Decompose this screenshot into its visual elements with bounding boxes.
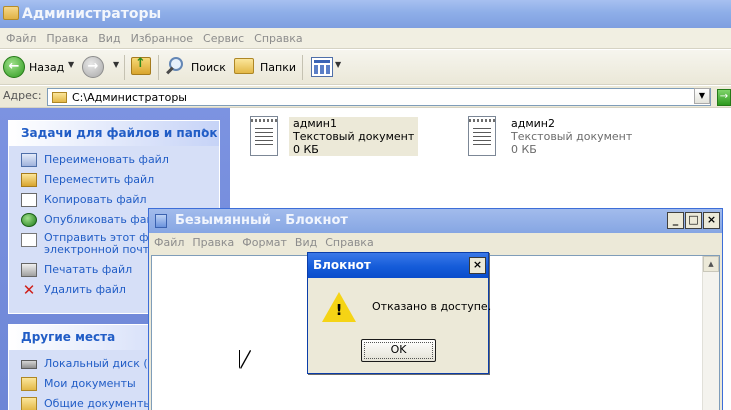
views-dropdown-icon[interactable]: ▼ bbox=[335, 60, 341, 69]
go-arrow-icon: → bbox=[719, 91, 729, 102]
copy-icon bbox=[21, 193, 37, 207]
file-item-admin2[interactable]: админ2 Текстовый документ 0 КБ bbox=[468, 116, 632, 156]
vertical-scrollbar[interactable]: ▲ bbox=[702, 256, 719, 410]
folders-icon[interactable] bbox=[234, 58, 254, 74]
move-icon bbox=[21, 173, 37, 187]
explorer-title: Администраторы bbox=[22, 6, 162, 22]
maximize-button[interactable]: □ bbox=[685, 212, 702, 229]
text-document-icon bbox=[250, 116, 278, 156]
notepad-icon bbox=[155, 214, 167, 228]
toolbar-separator bbox=[302, 55, 303, 80]
task-move[interactable]: Переместить файл bbox=[9, 170, 219, 190]
file-tasks-title: Задачи для файлов и папок bbox=[21, 126, 218, 140]
file-size: 0 КБ bbox=[511, 143, 537, 156]
explorer-menu-bar: Файл Правка Вид Избранное Сервис Справка bbox=[0, 28, 731, 49]
toolbar-separator bbox=[124, 55, 125, 80]
file-size: 0 КБ bbox=[293, 143, 319, 156]
notepad-title: Безымянный - Блокнот bbox=[175, 213, 348, 228]
views-icon[interactable] bbox=[311, 57, 333, 77]
scroll-up-icon[interactable]: ▲ bbox=[703, 256, 719, 272]
up-folder-button[interactable]: ↑ bbox=[131, 56, 151, 75]
go-button[interactable]: → bbox=[717, 89, 731, 106]
file-meta: админ1 Текстовый документ 0 КБ bbox=[289, 117, 419, 156]
task-label: Копировать файл bbox=[44, 193, 147, 206]
place-label: Общие документы bbox=[44, 397, 153, 410]
email-icon bbox=[21, 233, 37, 247]
menu-view[interactable]: Вид bbox=[94, 28, 124, 49]
menu-tools[interactable]: Сервис bbox=[199, 28, 248, 49]
place-label: Локальный диск (C: bbox=[44, 357, 160, 370]
file-item-admin1[interactable]: админ1 Текстовый документ 0 КБ bbox=[250, 116, 419, 156]
publish-icon bbox=[21, 213, 37, 227]
folder-icon bbox=[3, 6, 19, 20]
task-label: Переместить файл bbox=[44, 173, 155, 186]
text-document-icon bbox=[468, 116, 496, 156]
np-menu-file[interactable]: Файл bbox=[151, 233, 187, 253]
notepad-title-bar[interactable]: Безымянный - Блокнот bbox=[149, 209, 722, 233]
task-label: электронной почте bbox=[44, 243, 156, 256]
file-name: админ2 bbox=[511, 117, 555, 130]
ok-button[interactable]: OK bbox=[361, 339, 436, 362]
address-dropdown-button[interactable]: ▼ bbox=[694, 88, 710, 104]
search-button[interactable]: Поиск bbox=[191, 55, 226, 80]
file-type: Текстовый документ bbox=[511, 130, 633, 143]
explorer-toolbar: ← Назад ▼ → ▼ ↑ Поиск Папки ▼ bbox=[0, 50, 731, 85]
menu-help[interactable]: Справка bbox=[250, 28, 306, 49]
back-button[interactable]: ← bbox=[3, 56, 25, 78]
folders-button[interactable]: Папки bbox=[260, 55, 296, 80]
task-label: Удалить файл bbox=[44, 283, 126, 296]
menu-favorites[interactable]: Избранное bbox=[127, 28, 197, 49]
address-value: C:\Администраторы bbox=[72, 91, 187, 104]
dialog-title: Блокнот bbox=[313, 258, 371, 272]
task-copy[interactable]: Копировать файл bbox=[9, 190, 219, 210]
close-button[interactable]: × bbox=[703, 212, 720, 229]
notepad-menu-bar: Файл Правка Формат Вид Справка bbox=[149, 233, 722, 253]
arrow-left-icon: ← bbox=[8, 59, 20, 74]
address-label: Адрес: bbox=[3, 89, 42, 102]
dialog-close-button[interactable]: × bbox=[469, 257, 486, 274]
address-bar: Адрес: C:\Администраторы ▼ → bbox=[0, 86, 731, 108]
warning-exclamation-icon: ! bbox=[335, 301, 343, 319]
menu-file[interactable]: Файл bbox=[2, 28, 40, 49]
file-type: Текстовый документ bbox=[293, 130, 415, 143]
forward-dropdown-icon[interactable]: ▼ bbox=[113, 60, 119, 69]
folder-icon bbox=[52, 92, 67, 103]
toolbar-separator bbox=[158, 55, 159, 80]
menu-edit[interactable]: Правка bbox=[42, 28, 92, 49]
print-icon bbox=[21, 263, 37, 277]
np-menu-help[interactable]: Справка bbox=[322, 233, 376, 253]
mouse-pointer-icon bbox=[240, 350, 250, 368]
file-meta: админ2 Текстовый документ 0 КБ bbox=[511, 117, 632, 156]
address-input[interactable]: C:\Администраторы bbox=[47, 88, 711, 106]
search-icon[interactable] bbox=[165, 57, 185, 77]
other-places-title: Другие места bbox=[21, 330, 116, 344]
forward-button[interactable]: → bbox=[82, 56, 104, 78]
np-menu-format[interactable]: Формат bbox=[239, 233, 290, 253]
minimize-button[interactable]: _ bbox=[667, 212, 684, 229]
rename-icon bbox=[21, 153, 37, 167]
task-rename[interactable]: Переименовать файл bbox=[9, 150, 219, 170]
file-name: админ1 bbox=[293, 117, 337, 130]
access-denied-dialog: Блокнот × ! Отказано в доступе. OK bbox=[307, 252, 492, 374]
task-label: Опубликовать файл bbox=[44, 213, 161, 226]
task-label: Переименовать файл bbox=[44, 153, 169, 166]
np-menu-view[interactable]: Вид bbox=[292, 233, 320, 253]
dialog-title-bar[interactable]: Блокнот bbox=[308, 253, 488, 278]
collapse-chevron-icon[interactable]: ⌃ bbox=[197, 127, 211, 141]
file-tasks-header[interactable]: Задачи для файлов и папок ⌃ bbox=[9, 121, 219, 146]
explorer-title-bar[interactable]: Администраторы bbox=[0, 0, 731, 28]
folder-icon bbox=[21, 377, 37, 391]
arrow-right-icon: → bbox=[87, 59, 99, 74]
place-label: Мои документы bbox=[44, 377, 136, 390]
delete-icon: ✕ bbox=[22, 281, 36, 299]
task-label: Печатать файл bbox=[44, 263, 133, 276]
np-menu-edit[interactable]: Правка bbox=[189, 233, 237, 253]
back-label[interactable]: Назад bbox=[29, 55, 64, 80]
back-dropdown-icon[interactable]: ▼ bbox=[68, 60, 74, 69]
dialog-message: Отказано в доступе. bbox=[372, 300, 492, 313]
disk-icon bbox=[21, 360, 37, 369]
folder-icon bbox=[21, 397, 37, 410]
up-arrow-icon: ↑ bbox=[135, 56, 146, 71]
